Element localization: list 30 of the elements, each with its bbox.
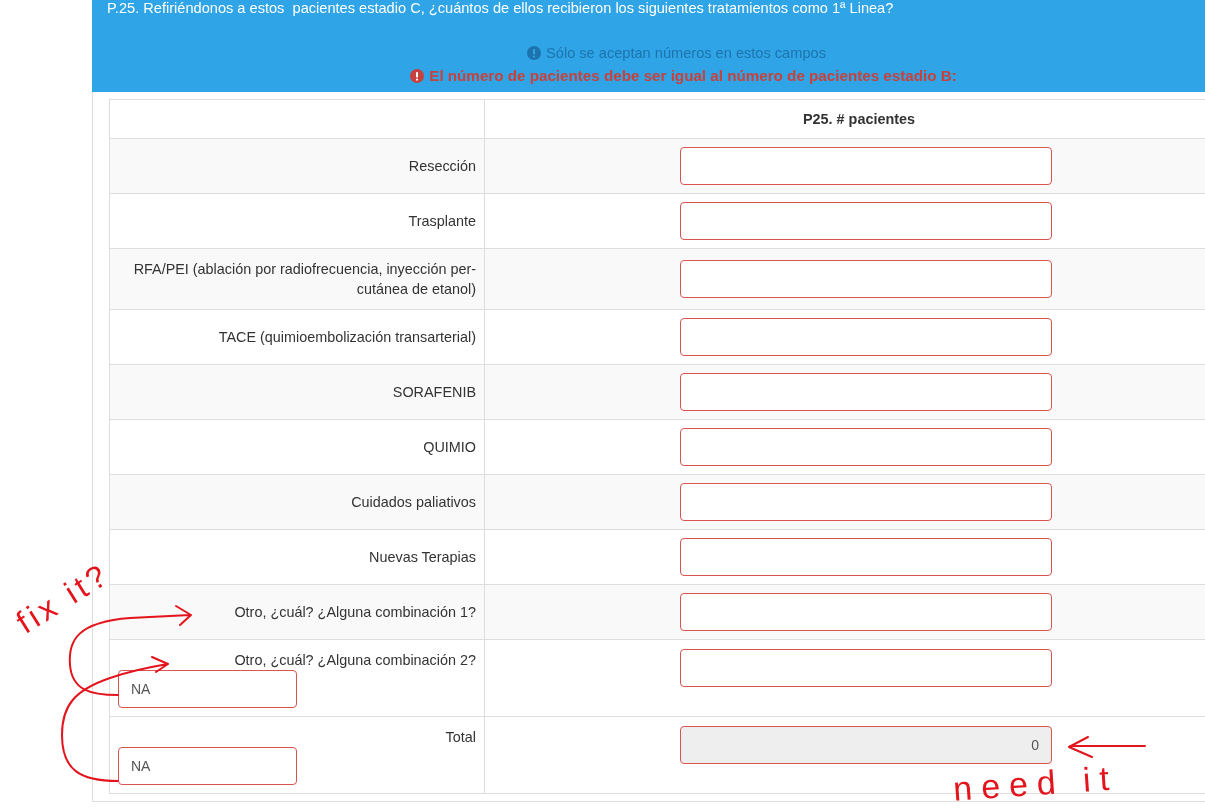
number-field[interactable] <box>680 483 1052 521</box>
number-field[interactable] <box>680 373 1052 411</box>
total-label: Total <box>445 729 476 745</box>
column-header: P25. # pacientes <box>484 99 1205 139</box>
exclamation-circle-icon <box>410 69 425 83</box>
handwritten-note: fix it? <box>10 555 117 642</box>
row-label: TACE (quimioembolización transarterial) <box>218 329 476 345</box>
row-label: Resección <box>408 158 476 174</box>
error-message: El número de pacientes debe ser igual al número de pacientes estadio B: <box>429 67 957 85</box>
row-label: RFA/PEI (ablación por radiofrecuencia, inyección per-cutánea de etanol) <box>133 261 476 297</box>
row-label: Cuidados paliativos <box>351 494 476 510</box>
row-label: QUIMIO <box>423 439 476 455</box>
row-label: Nuevas Terapias <box>369 549 476 565</box>
number-field[interactable] <box>680 318 1052 356</box>
number-field[interactable] <box>680 260 1052 298</box>
number-field[interactable] <box>680 538 1052 576</box>
number-field[interactable] <box>680 202 1052 240</box>
hint-text: Sólo se aceptan números en estos campos <box>546 44 826 62</box>
row-label: Trasplante <box>408 213 476 229</box>
number-field[interactable] <box>680 147 1052 185</box>
number-field[interactable] <box>680 593 1052 631</box>
row-label: Otro, ¿cuál? ¿Alguna combinación 2? <box>234 652 476 668</box>
number-field[interactable] <box>680 428 1052 466</box>
exclamation-circle-icon <box>527 46 542 60</box>
row-label: SORAFENIB <box>392 384 476 400</box>
question-text: P.25. Refiriéndonos a estos pacientes estadio C, ¿cuántos de ellos recibieron los siguientes tratamientos como 1ª Linea? <box>107 0 895 17</box>
text-input[interactable]: NA <box>118 670 297 708</box>
number-field[interactable] <box>680 649 1052 687</box>
row-label: Otro, ¿cuál? ¿Alguna combinación 1? <box>234 604 476 620</box>
total-field: 0 <box>680 726 1052 764</box>
